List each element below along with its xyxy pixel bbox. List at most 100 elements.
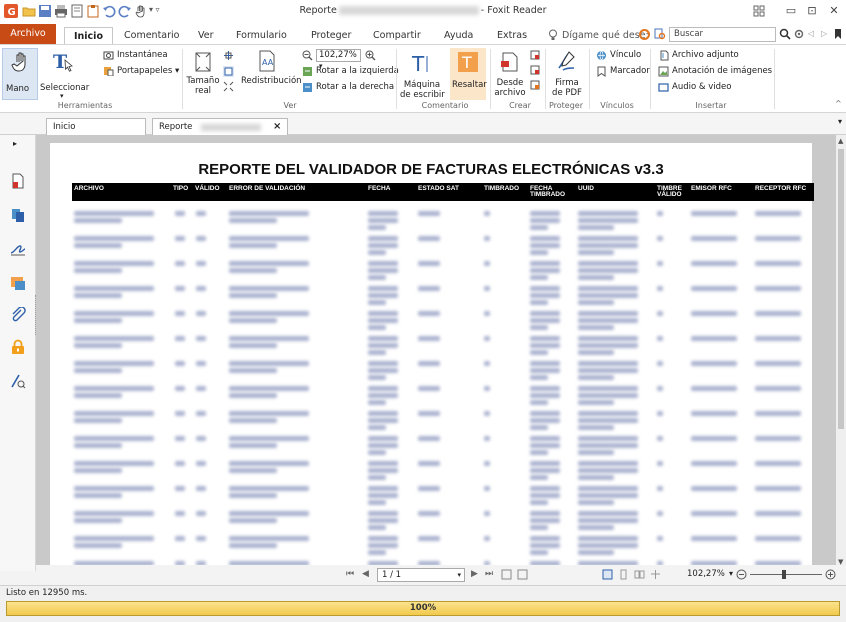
blurred-cell-text bbox=[74, 211, 154, 216]
comments-panel-icon[interactable] bbox=[10, 275, 26, 291]
pdf-sign-button[interactable]: Firma de PDF bbox=[551, 78, 583, 98]
zoom-menu-icon[interactable]: ▾ bbox=[729, 569, 733, 578]
attachments-panel-icon[interactable] bbox=[10, 307, 26, 323]
rotate-right-button[interactable]: Rotar a la derecha bbox=[316, 82, 394, 92]
pages-panel-icon[interactable] bbox=[10, 173, 26, 189]
zoom-slider-thumb[interactable] bbox=[782, 570, 786, 579]
expand-panel-icon[interactable]: ▸ bbox=[13, 139, 17, 148]
search-icon[interactable] bbox=[779, 28, 791, 40]
tell-me-box[interactable]: Dígame qué dese: bbox=[562, 27, 649, 44]
find-replace-icon[interactable] bbox=[654, 28, 666, 40]
select-tool-button[interactable]: T Seleccionar ▾ bbox=[40, 48, 89, 100]
blurred-cell-text bbox=[578, 386, 638, 391]
sign-search-icon[interactable] bbox=[10, 373, 26, 389]
scroll-thumb[interactable] bbox=[838, 149, 844, 429]
signatures-panel-icon[interactable] bbox=[10, 241, 26, 257]
snapshot-button[interactable]: Instantánea bbox=[117, 50, 168, 60]
reflow-button[interactable]: Redistribución bbox=[241, 76, 302, 86]
attachment-button[interactable]: Archivo adjunto bbox=[672, 50, 739, 60]
highlight-button[interactable]: T Resaltar bbox=[450, 48, 487, 100]
create-blank-icon[interactable] bbox=[530, 50, 540, 60]
single-page-icon[interactable] bbox=[602, 569, 613, 580]
page-number-input[interactable]: 1 / 1 ▾ bbox=[377, 568, 465, 582]
fit-width-icon[interactable] bbox=[223, 66, 234, 77]
search-input[interactable]: Buscar bbox=[669, 27, 776, 42]
doc-tab-reporte[interactable]: Reporte × bbox=[152, 118, 288, 135]
blurred-cell-text bbox=[74, 411, 154, 416]
clipboard-button[interactable]: Portapapeles ▾ bbox=[117, 66, 179, 76]
settings-gear-icon[interactable] bbox=[793, 28, 805, 40]
from-file-button[interactable]: Desde archivo bbox=[494, 78, 526, 98]
blurred-cell-text bbox=[755, 486, 801, 491]
next-view-icon[interactable] bbox=[517, 569, 528, 580]
tab-compartir[interactable]: Compartir bbox=[373, 27, 421, 44]
ribbon-display-icon[interactable] bbox=[753, 5, 765, 17]
bookmark-flag-icon[interactable] bbox=[833, 28, 843, 40]
blurred-cell-text bbox=[74, 361, 154, 366]
zoom-out-small-icon[interactable] bbox=[736, 569, 747, 580]
scroll-up-icon[interactable]: ▲ bbox=[838, 137, 843, 145]
zoom-slider-track[interactable] bbox=[750, 574, 822, 575]
blurred-cell-text bbox=[530, 318, 560, 323]
actual-size-button[interactable]: Tamaño real bbox=[186, 76, 220, 96]
continuous-facing-icon[interactable] bbox=[650, 569, 661, 580]
first-page-icon[interactable]: ⏮ bbox=[346, 569, 354, 579]
fit-page-icon[interactable] bbox=[223, 50, 234, 61]
document-viewer[interactable]: REPORTE DEL VALIDADOR DE FACTURAS ELECTR… bbox=[36, 135, 836, 571]
doc-tab-close-icon[interactable]: × bbox=[273, 119, 281, 135]
blurred-cell-text bbox=[418, 261, 440, 266]
bookmark-button[interactable]: Marcador bbox=[610, 66, 650, 76]
previous-view-icon[interactable] bbox=[501, 569, 512, 580]
link-button[interactable]: Vínculo bbox=[610, 50, 641, 60]
typewriter-label-2: de escribir bbox=[400, 90, 445, 100]
zoom-out-icon[interactable] bbox=[302, 50, 313, 61]
blurred-cell-text bbox=[175, 411, 185, 416]
continuous-page-icon[interactable] bbox=[618, 569, 629, 580]
restore-button[interactable]: ⊡ bbox=[804, 4, 820, 18]
hand-tool-button[interactable]: Mano bbox=[2, 48, 38, 100]
audio-video-button[interactable]: Audio & video bbox=[672, 82, 731, 92]
zoom-in-small-icon[interactable] bbox=[825, 569, 836, 580]
tab-comentario[interactable]: Comentario bbox=[124, 27, 179, 44]
blurred-cell-text bbox=[578, 436, 638, 441]
tab-extras[interactable]: Extras bbox=[497, 27, 527, 44]
last-page-icon[interactable]: ⏭ bbox=[485, 569, 493, 579]
typewriter-button[interactable]: Máquina de escribir bbox=[400, 80, 445, 100]
tab-ver[interactable]: Ver bbox=[198, 27, 214, 44]
security-lock-icon[interactable] bbox=[10, 339, 26, 355]
fit-visible-icon[interactable] bbox=[223, 81, 234, 92]
nav-back-icon[interactable]: ◁ bbox=[808, 29, 814, 38]
next-page-icon[interactable]: ▶ bbox=[471, 569, 478, 579]
tab-inicio[interactable]: Inicio bbox=[64, 27, 113, 44]
zoom-in-icon[interactable] bbox=[365, 50, 376, 61]
tab-ayuda[interactable]: Ayuda bbox=[444, 27, 473, 44]
create-scanner-icon[interactable] bbox=[530, 65, 540, 75]
previous-page-icon[interactable]: ◀ bbox=[362, 569, 369, 579]
actual-size-icon bbox=[195, 52, 211, 72]
doc-tab-inicio[interactable]: Inicio bbox=[46, 118, 146, 135]
nav-forward-icon[interactable]: ▷ bbox=[821, 29, 827, 38]
image-annotation-button[interactable]: Anotación de imágenes bbox=[672, 66, 772, 76]
feedback-icon[interactable] bbox=[639, 29, 650, 40]
table-row bbox=[72, 307, 814, 333]
create-clipboard-icon[interactable] bbox=[530, 80, 540, 90]
blurred-cell-text bbox=[229, 286, 309, 291]
tab-list-icon[interactable]: ▾ bbox=[838, 117, 842, 126]
rotate-left-button[interactable]: Rotar a la izquierda bbox=[316, 66, 399, 76]
tab-formulario[interactable]: Formulario bbox=[236, 27, 287, 44]
table-row bbox=[72, 357, 814, 383]
vertical-scrollbar[interactable]: ▲ ▼ bbox=[836, 135, 846, 571]
blurred-cell-text bbox=[657, 461, 663, 466]
collapse-ribbon-icon[interactable]: ^ bbox=[835, 99, 842, 108]
tab-archivo[interactable]: Archivo bbox=[0, 24, 56, 44]
tab-proteger[interactable]: Proteger bbox=[311, 27, 351, 44]
typewriter-icon: T bbox=[411, 52, 428, 75]
zoom-select[interactable]: 102,27% ▾ bbox=[316, 49, 361, 70]
facing-page-icon[interactable] bbox=[634, 569, 645, 580]
blurred-cell-text bbox=[578, 336, 638, 341]
blurred-cell-text bbox=[229, 211, 309, 216]
layers-panel-icon[interactable] bbox=[10, 207, 26, 223]
close-button[interactable]: ✕ bbox=[826, 4, 842, 18]
table-row bbox=[72, 232, 814, 258]
minimize-button[interactable]: ▭ bbox=[783, 4, 799, 18]
